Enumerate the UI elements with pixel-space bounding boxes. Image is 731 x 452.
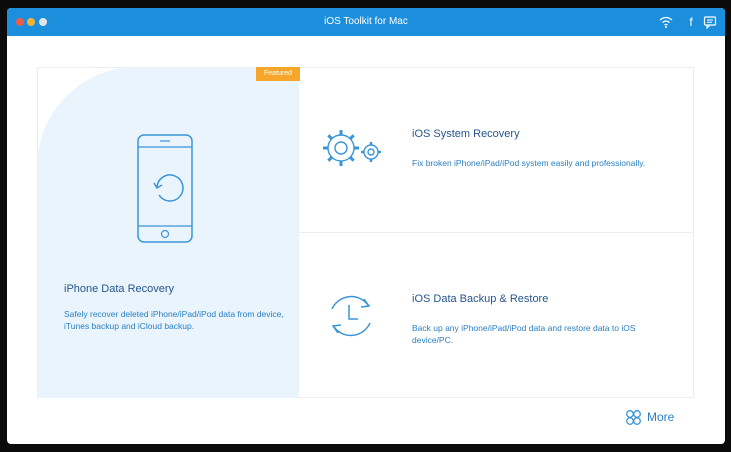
wifi-icon[interactable] (659, 15, 673, 29)
clover-icon (626, 409, 641, 425)
phone-recovery-icon (137, 134, 193, 243)
app-window: iOS Toolkit for Mac f Featured iPhone Da… (7, 8, 725, 444)
featured-badge: Featured (256, 67, 300, 81)
more-button[interactable]: More (625, 408, 674, 426)
window-title: iOS Toolkit for Mac (324, 16, 408, 27)
ios-data-backup-restore-title[interactable]: iOS Data Backup & Restore (412, 293, 548, 305)
iphone-data-recovery-title: iPhone Data Recovery (64, 283, 175, 295)
ios-system-recovery-description: Fix broken iPhone/iPad/iPod system easil… (412, 158, 646, 168)
ios-system-recovery-title[interactable]: iOS System Recovery (412, 128, 520, 140)
card-divider (299, 232, 694, 233)
gears-icon (323, 130, 381, 166)
message-icon[interactable] (703, 15, 717, 29)
ios-data-backup-restore-description: Back up any iPhone/iPad/iPod data and re… (412, 323, 636, 345)
iphone-data-recovery-description: Safely recover deleted iPhone/iPad/iPod … (64, 309, 284, 331)
facebook-icon[interactable]: f (684, 15, 698, 29)
clock-sync-icon (331, 295, 371, 337)
title-bar: iOS Toolkit for Mac f (7, 8, 725, 36)
more-label: More (647, 410, 675, 424)
